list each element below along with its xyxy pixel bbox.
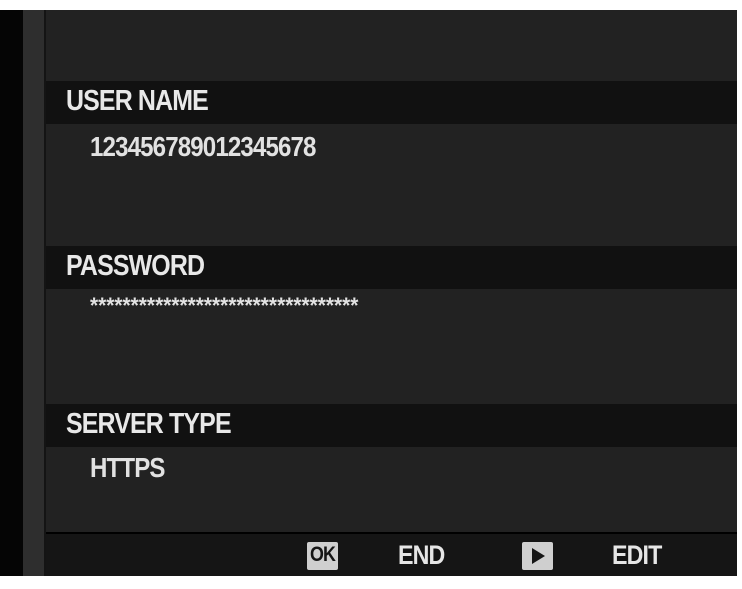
- settings-content: USER NAME 123456789012345678 PASSWORD **…: [46, 10, 737, 576]
- scroll-track: [23, 10, 46, 576]
- user-name-value: 123456789012345678: [90, 131, 316, 162]
- server-type-label: SERVER TYPE: [66, 408, 232, 440]
- user-name-label: USER NAME: [66, 85, 209, 117]
- password-header[interactable]: PASSWORD: [46, 246, 737, 289]
- password-label: PASSWORD: [66, 250, 205, 282]
- play-triangle-icon: [532, 548, 545, 564]
- camera-settings-screen: USER NAME 123456789012345678 PASSWORD **…: [0, 10, 737, 576]
- screen-left-edge: [0, 10, 23, 576]
- play-icon[interactable]: [522, 542, 553, 570]
- user-name-header[interactable]: USER NAME: [46, 81, 737, 124]
- password-value: *********************************: [90, 293, 359, 318]
- ok-icon[interactable]: OK: [307, 542, 338, 570]
- footer-bar: OK END EDIT: [46, 532, 737, 576]
- end-label: END: [398, 540, 445, 570]
- server-type-value: HTTPS: [90, 452, 165, 483]
- edit-label: EDIT: [612, 540, 662, 570]
- ok-icon-text: OK: [309, 543, 336, 566]
- server-type-header[interactable]: SERVER TYPE: [46, 404, 737, 447]
